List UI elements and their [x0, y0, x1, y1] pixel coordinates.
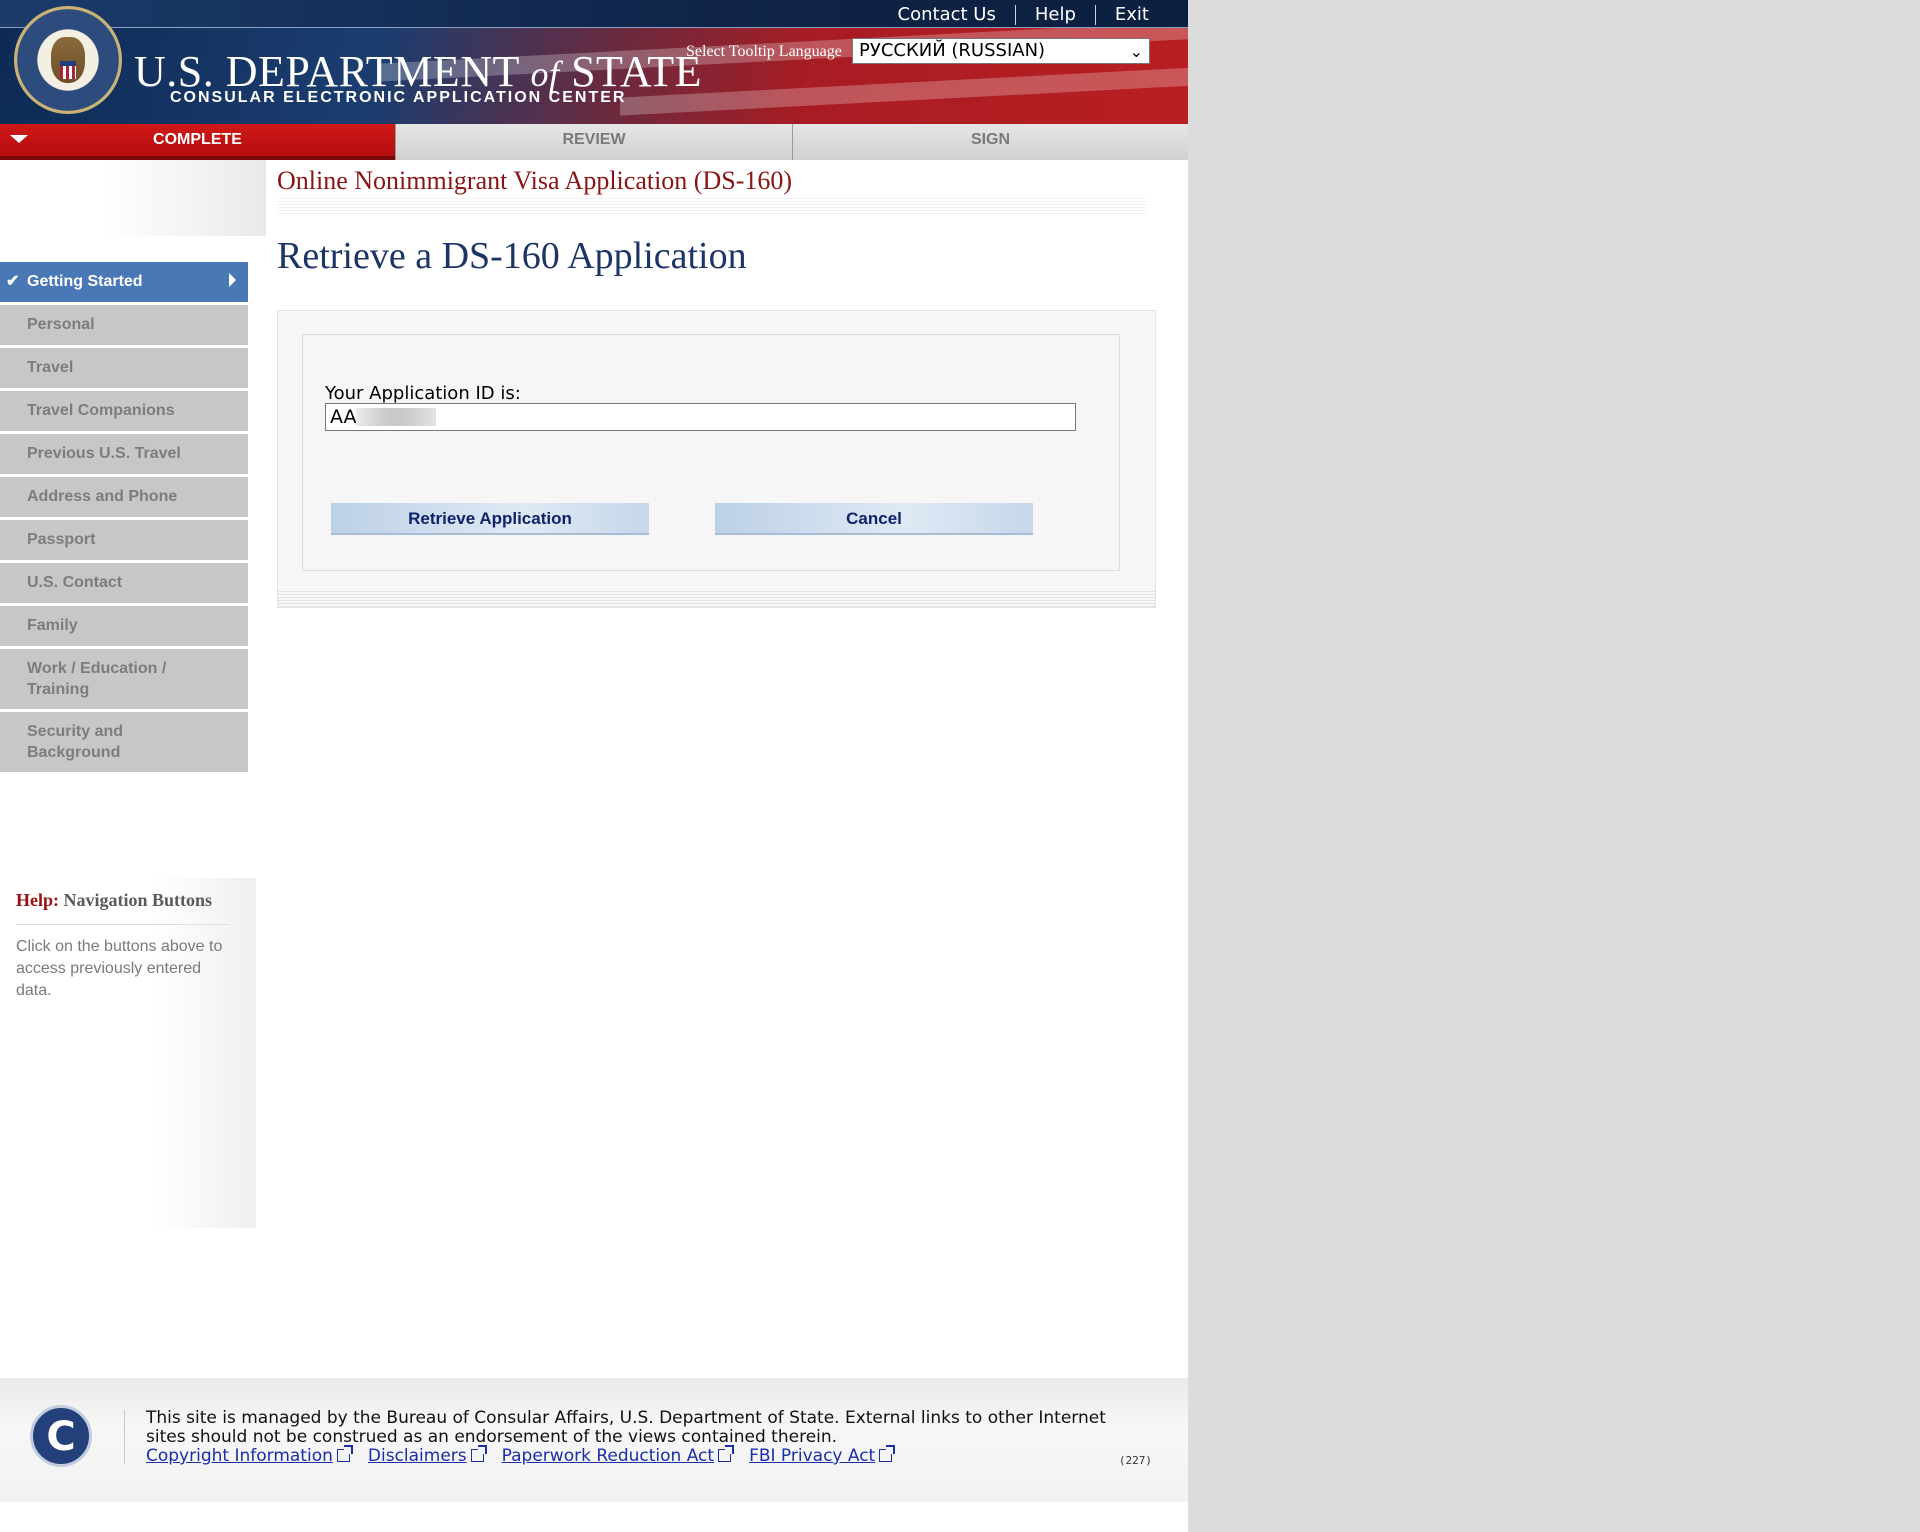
- sidebar-item-travel-companions[interactable]: Travel Companions: [0, 391, 248, 431]
- sidebar-item-security-and-background[interactable]: Security and Background: [0, 712, 248, 772]
- contact-us-link[interactable]: Contact Us: [879, 4, 1015, 25]
- cancel-button[interactable]: Cancel: [715, 503, 1033, 535]
- help-label: Help:: [16, 890, 59, 910]
- application-id-label: Your Application ID is:: [325, 383, 521, 404]
- tab-complete[interactable]: COMPLETE: [0, 124, 395, 160]
- sidebar-item-label: Family: [27, 617, 78, 634]
- copyright-information-link[interactable]: Copyright Information: [146, 1445, 353, 1466]
- tab-review-label: REVIEW: [562, 131, 626, 148]
- retrieve-form: Your Application ID is: AA Retrieve Appl…: [302, 334, 1120, 571]
- external-link-icon: [470, 1445, 487, 1462]
- sidebar-item-address-and-phone[interactable]: Address and Phone: [0, 477, 248, 517]
- top-links: Contact Us Help Exit: [879, 4, 1168, 25]
- state-department-seal-icon: [14, 6, 122, 114]
- tooltip-language-label: Select Tooltip Language: [686, 43, 842, 60]
- page-code: (227): [1118, 1454, 1152, 1467]
- help-panel: Help: Navigation Buttons Click on the bu…: [0, 878, 256, 1228]
- application-id-field[interactable]: AA: [325, 403, 1076, 431]
- sidebar-top-fade: [0, 160, 266, 236]
- divider: [16, 924, 230, 925]
- panel-footer-shade: [278, 591, 1155, 607]
- sidebar-item-label: Work / Education / Training: [27, 660, 167, 698]
- external-link-icon: [718, 1445, 735, 1462]
- sidebar-item-us-contact[interactable]: U.S. Contact: [0, 563, 248, 603]
- sidebar-item-family[interactable]: Family: [0, 606, 248, 646]
- tab-review[interactable]: REVIEW: [395, 124, 792, 160]
- sidebar-item-label: Travel: [27, 359, 74, 376]
- paperwork-reduction-act-link[interactable]: Paperwork Reduction Act: [502, 1445, 735, 1466]
- redaction-mask: [356, 408, 436, 426]
- retrieve-panel: Your Application ID is: AA Retrieve Appl…: [277, 310, 1156, 608]
- page: Contact Us Help Exit U.S. DEPARTMENT of …: [0, 0, 1188, 1532]
- consular-affairs-logo-icon: C: [30, 1405, 92, 1467]
- sidebar-item-label: Personal: [27, 316, 95, 333]
- sidebar-item-personal[interactable]: Personal: [0, 305, 248, 345]
- department-subtitle: CONSULAR ELECTRONIC APPLICATION CENTER: [170, 89, 627, 106]
- help-text: Click on the buttons above to access pre…: [16, 938, 223, 999]
- dept-title-of: of: [530, 54, 560, 94]
- sidebar-item-label: Address and Phone: [27, 488, 178, 505]
- sidebar-item-passport[interactable]: Passport: [0, 520, 248, 560]
- sidebar-item-label: Passport: [27, 531, 96, 548]
- retrieve-application-button[interactable]: Retrieve Application: [331, 503, 649, 535]
- sidebar-item-travel[interactable]: Travel: [0, 348, 248, 388]
- disclaimers-link[interactable]: Disclaimers: [368, 1445, 487, 1466]
- help-link[interactable]: Help: [1016, 4, 1095, 25]
- sidebar-item-getting-started[interactable]: ✔ Getting Started: [0, 262, 248, 302]
- footer-links: Copyright Information Disclaimers Paperw…: [146, 1445, 910, 1466]
- footer-disclaimer: This site is managed by the Bureau of Co…: [146, 1408, 1106, 1447]
- fbi-privacy-act-link[interactable]: FBI Privacy Act: [749, 1445, 896, 1466]
- site-header: Contact Us Help Exit U.S. DEPARTMENT of …: [0, 0, 1188, 124]
- sidebar-item-label: Travel Companions: [27, 402, 175, 419]
- caret-right-icon: [229, 273, 236, 287]
- sidebar-item-label: Security and Background: [27, 723, 124, 761]
- divider: [124, 1410, 125, 1464]
- tooltip-language-value: РУССКИЙ (RUSSIAN): [859, 40, 1046, 61]
- sidebar-item-label: U.S. Contact: [27, 574, 123, 591]
- tab-sign-label: SIGN: [970, 131, 1011, 148]
- caret-down-icon: [10, 135, 28, 143]
- sidebar-nav: ✔ Getting Started Personal Travel Travel…: [0, 262, 248, 775]
- top-bar: Contact Us Help Exit: [0, 0, 1188, 28]
- application-title: Online Nonimmigrant Visa Application (DS…: [277, 166, 793, 195]
- site-footer: C This site is managed by the Bureau of …: [0, 1378, 1188, 1502]
- chevron-down-icon: ⌄: [1129, 42, 1143, 61]
- page-title: Retrieve a DS-160 Application: [277, 235, 747, 277]
- checkmark-icon: ✔: [6, 273, 20, 290]
- tooltip-language-select[interactable]: РУССКИЙ (RUSSIAN) ⌄: [852, 38, 1150, 64]
- tab-sign[interactable]: SIGN: [792, 124, 1188, 160]
- external-link-icon: [336, 1445, 353, 1462]
- application-id-value: AA: [330, 406, 357, 428]
- help-heading: Navigation Buttons: [63, 890, 213, 910]
- sidebar-item-label: Getting Started: [27, 273, 143, 290]
- sidebar-item-previous-us-travel[interactable]: Previous U.S. Travel: [0, 434, 248, 474]
- external-link-icon: [879, 1445, 896, 1462]
- sidebar-item-label: Previous U.S. Travel: [27, 445, 181, 462]
- divider: [277, 198, 1147, 214]
- tab-complete-label: COMPLETE: [153, 131, 242, 148]
- step-tabs: COMPLETE REVIEW SIGN: [0, 124, 1188, 160]
- sidebar-item-work-education-training[interactable]: Work / Education / Training: [0, 649, 248, 709]
- help-title: Help: Navigation Buttons: [16, 890, 212, 911]
- exit-link[interactable]: Exit: [1096, 4, 1168, 25]
